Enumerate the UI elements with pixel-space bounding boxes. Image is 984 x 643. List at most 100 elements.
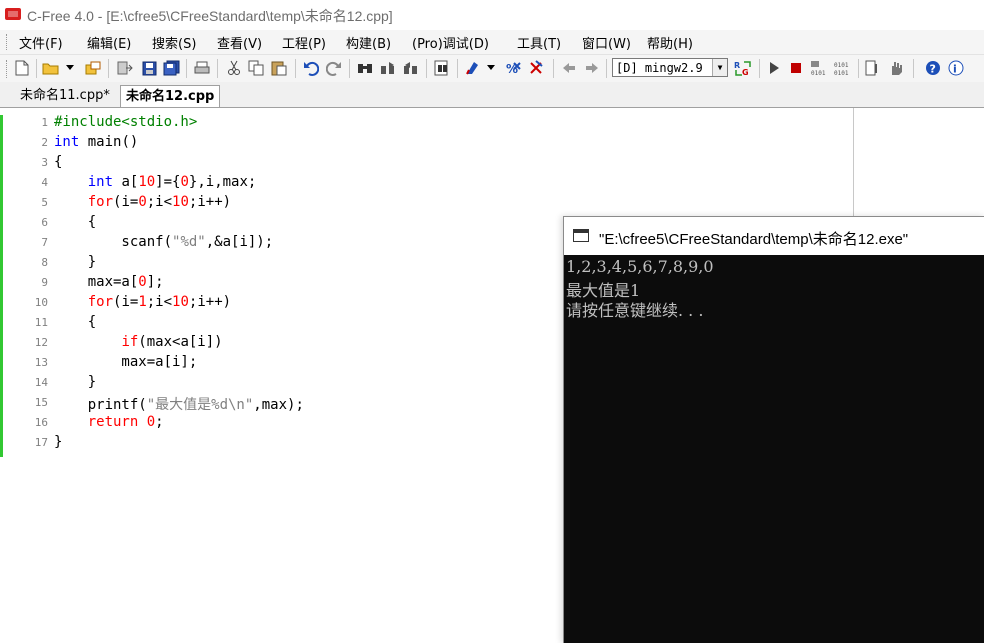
line-number: 12 [34, 336, 48, 349]
redo-icon[interactable] [325, 59, 343, 77]
line-number: 17 [34, 436, 48, 449]
menu-window[interactable]: 窗口(W) [582, 33, 631, 52]
find-prev-icon[interactable] [402, 59, 420, 77]
copy-icon[interactable] [247, 59, 265, 77]
line-number: 4 [41, 176, 48, 189]
svg-text:G: G [742, 68, 749, 76]
code-text: for(i=0;i<10;i++) [87, 194, 232, 210]
svg-text:0101: 0101 [834, 62, 849, 69]
compiler-select-value: [D] mingw2.9 [616, 61, 703, 75]
bookmark-dropdown-icon[interactable] [485, 59, 497, 77]
code-text: int a[10]={0},i,max; [87, 174, 257, 190]
compiler-select[interactable]: [D] mingw2.9 ▼ [612, 58, 728, 77]
save-all-icon[interactable] [162, 59, 180, 77]
code-text: { [54, 214, 97, 230]
window-title: C-Free 4.0 - [E:\cfree5\CFreeStandard\te… [27, 8, 393, 24]
file-tab-bar: 未命名11.cpp* 未命名12.cpp [0, 82, 984, 108]
bookmark-icon[interactable] [464, 59, 482, 77]
nav-forward-icon[interactable] [583, 59, 601, 77]
svg-text:0101: 0101 [834, 70, 849, 76]
menu-tools[interactable]: 工具(T) [517, 33, 561, 52]
find-icon[interactable] [356, 59, 374, 77]
open-folder-icon[interactable] [42, 59, 60, 77]
toolbar-grip [6, 60, 10, 78]
code-line: 16 return 0; [0, 413, 600, 433]
code-line: 12 if(max<a[i]) [0, 333, 600, 353]
paste-icon[interactable] [270, 59, 288, 77]
line-number: 10 [34, 296, 48, 309]
menu-view[interactable]: 查看(V) [217, 33, 262, 52]
build-icon[interactable]: 0101 0101 [834, 59, 852, 77]
code-text: int main() [54, 134, 139, 150]
code-line: 3{ [0, 153, 600, 173]
toolbar-separator [217, 59, 218, 78]
tab-file-11[interactable]: 未命名11.cpp* [15, 85, 115, 106]
menu-help[interactable]: 帮助(H) [647, 33, 693, 52]
code-text: scanf("%d",&a[i]); [54, 234, 274, 250]
line-number: 16 [34, 416, 48, 429]
console-title-bar[interactable]: "E:\cfree5\CFreeStandard\temp\未命名12.exe" [564, 217, 984, 255]
undo-icon[interactable] [302, 59, 320, 77]
open-dropdown-icon[interactable] [64, 59, 76, 77]
open-project-icon[interactable] [84, 59, 102, 77]
nav-back-icon[interactable] [560, 59, 578, 77]
debug-step-icon[interactable] [864, 59, 882, 77]
code-text: #include<stdio.h> [54, 114, 198, 130]
save-icon[interactable] [140, 59, 158, 77]
replace-icon[interactable] [433, 59, 451, 77]
menu-debug[interactable]: (Pro)调试(D) [412, 33, 489, 52]
svg-text:0101: 0101 [811, 70, 826, 76]
code-line: 2 int main() [0, 133, 600, 153]
print-icon[interactable] [193, 59, 211, 77]
menu-build[interactable]: 构建(B) [346, 33, 391, 52]
toolbar-separator [108, 59, 109, 78]
hand-icon[interactable] [887, 59, 905, 77]
clear-breakpoints-icon[interactable] [528, 59, 546, 77]
app-icon [5, 8, 21, 20]
toolbar-separator [606, 59, 607, 78]
code-text: if(max<a[i]) [121, 334, 223, 350]
code-text: { [54, 154, 63, 170]
line-number: 5 [41, 196, 48, 209]
new-file-icon[interactable] [13, 59, 31, 77]
code-line: 9 max=a[0]; [0, 273, 600, 293]
cut-icon[interactable] [225, 59, 243, 77]
menu-project[interactable]: 工程(P) [282, 33, 326, 52]
tab-file-12[interactable]: 未命名12.cpp [120, 85, 221, 107]
help-icon[interactable]: ? [924, 59, 942, 77]
save-as-icon[interactable] [116, 59, 134, 77]
code-line: 13 max=a[i]; [0, 353, 600, 373]
switch-compiler-icon[interactable]: RG [734, 59, 752, 77]
toolbar-separator [295, 59, 296, 78]
toolbar-separator [349, 59, 350, 78]
menu-search[interactable]: 搜索(S) [152, 33, 196, 52]
toolbar-separator [186, 59, 187, 78]
toolbar-separator [426, 59, 427, 78]
context-help-icon[interactable]: i [947, 59, 965, 77]
code-line: 11 { [0, 313, 600, 333]
toolbar-separator [36, 59, 37, 78]
console-output[interactable]: 1,2,3,4,5,6,7,8,9,0 最大值是1 请按任意键继续. . . [564, 255, 984, 643]
stop-icon[interactable] [787, 59, 805, 77]
chevron-down-icon[interactable]: ▼ [712, 59, 727, 76]
svg-text:R: R [734, 61, 740, 70]
find-next-icon[interactable] [379, 59, 397, 77]
toolbar-separator [858, 59, 859, 78]
line-number: 13 [34, 356, 48, 369]
toggle-breakpoint-icon[interactable]: % [505, 59, 523, 77]
menu-bar: 文件(F) 编辑(E) 搜索(S) 查看(V) 工程(P) 构建(B) (Pro… [0, 30, 984, 55]
compile-icon[interactable]: 0101 [810, 59, 828, 77]
console-app-icon [573, 229, 589, 242]
menu-file[interactable]: 文件(F) [19, 33, 63, 52]
console-line: 请按任意键继续. . . [566, 301, 704, 320]
toolbar-separator [913, 59, 914, 78]
run-icon[interactable] [765, 59, 783, 77]
console-window[interactable]: "E:\cfree5\CFreeStandard\temp\未命名12.exe"… [563, 216, 984, 643]
line-number: 14 [34, 376, 48, 389]
svg-text:?: ? [930, 63, 936, 76]
line-number: 1 [41, 116, 48, 129]
code-line: 7 scanf("%d",&a[i]); [0, 233, 600, 253]
menu-edit[interactable]: 编辑(E) [87, 33, 131, 52]
code-text: } [54, 254, 97, 270]
code-line: 10 for(i=1;i<10;i++) [0, 293, 600, 313]
